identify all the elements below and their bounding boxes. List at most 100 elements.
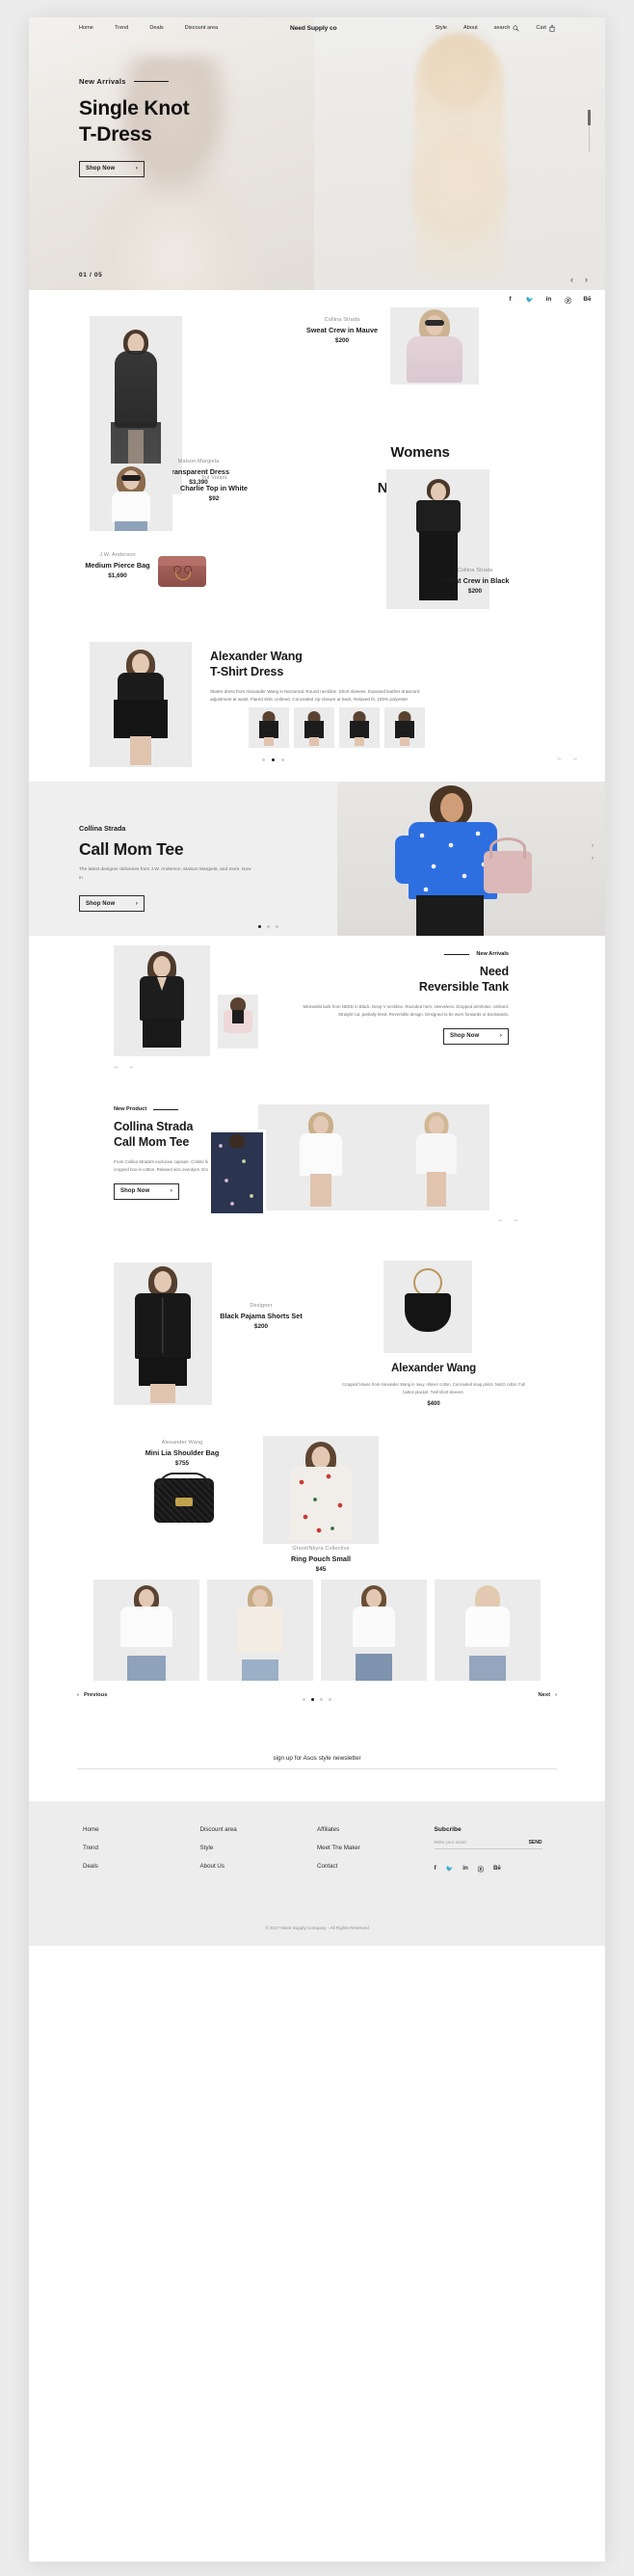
hero-shop-now-button[interactable]: Shop Now › [79, 160, 145, 177]
subscribe-input[interactable]: Write your email [435, 1840, 466, 1845]
product-price: $1,690 [108, 572, 127, 579]
pinterest-icon[interactable]: ⓟ [478, 1865, 484, 1873]
search-button[interactable]: search [494, 25, 520, 32]
carousel-dot-active[interactable] [272, 758, 275, 761]
product-price: $92 [208, 495, 220, 502]
rt-prev-button[interactable]: ← [114, 1064, 119, 1070]
footer-link-discount-area[interactable]: Discount area [200, 1826, 318, 1833]
aw-prev-button[interactable]: ← [557, 756, 563, 761]
subscribe-send-button[interactable]: SEND [529, 1840, 542, 1846]
footer-link-meet-the-maker[interactable]: Meet The Maker [317, 1845, 435, 1851]
hero-eyebrow: New Arrivals [79, 77, 291, 86]
call-mom-shop-now-button[interactable]: Shop Now › [79, 895, 145, 913]
footer-columns: Home Trend Deals Discount area Style Abo… [83, 1826, 551, 1881]
cs-image-patterned[interactable] [208, 1129, 266, 1216]
carousel-dot[interactable] [276, 925, 278, 928]
site-logo[interactable]: Need Supply co [290, 25, 337, 32]
footer-link-contact[interactable]: Contact [317, 1863, 435, 1870]
product-image-sweat-mauve[interactable] [390, 307, 479, 385]
cs-next-button[interactable]: → [513, 1217, 518, 1223]
product-image-charlie-top[interactable] [90, 464, 172, 531]
ml-bag-image[interactable] [143, 1471, 225, 1540]
carousel-product-card[interactable] [321, 1580, 427, 1681]
nav-item-deals[interactable]: Deals [149, 25, 163, 31]
footer-link-style[interactable]: Style [200, 1845, 318, 1851]
cs-carousel-arrows: ← → [498, 1217, 518, 1223]
nav-item-style[interactable]: Style [436, 25, 447, 31]
footer-link-about-us[interactable]: About Us [200, 1863, 318, 1870]
hero-carousel-nav: ‹ › [570, 275, 588, 284]
carousel-product-card[interactable] [93, 1580, 199, 1681]
carousel-dot-active[interactable] [311, 1698, 314, 1701]
aw-next-button[interactable]: → [572, 756, 578, 761]
carousel-dot[interactable] [262, 758, 265, 761]
call-mom-prev-button[interactable]: ‹ [592, 843, 594, 849]
carousel-previous-button[interactable]: ‹ Previous [77, 1692, 107, 1698]
rt-next-button[interactable]: → [128, 1064, 134, 1070]
call-mom-next-button[interactable]: › [592, 856, 594, 862]
chevron-right-icon: › [555, 1692, 557, 1698]
aw-thumbnail[interactable] [249, 707, 289, 748]
behance-icon[interactable]: Bē [493, 1865, 501, 1873]
product-brand: Collina Strada [457, 568, 493, 573]
linkedin-icon[interactable]: in [544, 295, 553, 304]
carousel-product-card[interactable] [207, 1580, 313, 1681]
product-brand: Toit Volant [200, 475, 227, 481]
linkedin-icon[interactable]: in [462, 1865, 468, 1873]
hero-next-button[interactable]: › [585, 275, 588, 284]
rt-secondary-image[interactable] [215, 992, 261, 1051]
nav-item-trend[interactable]: Trend [115, 25, 128, 31]
rt-shop-now-button[interactable]: Shop Now › [443, 1027, 509, 1045]
hero-scroll-indicator[interactable] [588, 110, 591, 152]
carousel-dot[interactable] [329, 1698, 331, 1701]
carousel-dot[interactable] [281, 758, 284, 761]
call-mom-copy: Collina Strada Call Mom Tee The latest d… [79, 824, 252, 913]
cs-prev-button[interactable]: ← [498, 1217, 504, 1223]
cs-image-center[interactable] [258, 1104, 383, 1210]
nav-item-about[interactable]: About [463, 25, 478, 31]
aw-thumbnail[interactable] [294, 707, 334, 748]
footer-link-trend[interactable]: Trend [83, 1845, 200, 1851]
ml-model-image[interactable] [263, 1436, 379, 1544]
pj-main-image[interactable] [114, 1262, 212, 1405]
pj-bag-image[interactable] [383, 1261, 472, 1353]
product-brand: Collina Strada [324, 317, 360, 323]
aw-thumbnail[interactable] [384, 707, 425, 748]
footer-link-affiliates[interactable]: Affiliates [317, 1826, 435, 1833]
aw-main-image[interactable] [90, 642, 192, 767]
aw-carousel-arrows: ← → [557, 756, 578, 761]
footer-link-home[interactable]: Home [83, 1826, 200, 1833]
carousel-dot-active[interactable] [258, 925, 261, 928]
cs-eyebrow-text: New Product [114, 1106, 147, 1112]
twitter-icon[interactable]: 🐦 [525, 295, 534, 304]
product-image-pierce-bag[interactable] [152, 548, 212, 589]
carousel-next-button[interactable]: Next › [538, 1692, 557, 1698]
cart-button[interactable]: Cart [536, 24, 555, 32]
product-name: Mini Lia Shoulder Bag [145, 1448, 220, 1457]
product-price: $200 [334, 337, 350, 344]
twitter-icon[interactable]: 🐦 [446, 1865, 454, 1873]
rt-copy: New Arrivals Need Reversible Tank Minima… [297, 951, 509, 1045]
cs-image-right[interactable] [383, 1104, 489, 1210]
behance-icon[interactable]: Bē [583, 295, 592, 304]
footer-column-1: Home Trend Deals [83, 1826, 200, 1881]
pinterest-icon[interactable]: ⓟ [564, 295, 572, 305]
carousel-dot[interactable] [267, 925, 270, 928]
cs-shop-now-button[interactable]: Shop Now › [114, 1182, 179, 1200]
carousel-previous-label: Previous [83, 1692, 108, 1698]
hero-prev-button[interactable]: ‹ [570, 275, 573, 284]
nav-item-home[interactable]: Home [79, 25, 93, 31]
collina-strada-section: New Product Collina Strada Call Mom Tee … [29, 1095, 605, 1249]
aw-thumbnail[interactable] [339, 707, 380, 748]
facebook-icon[interactable]: f [506, 295, 515, 304]
rt-main-image[interactable] [114, 945, 210, 1056]
carousel-product-card[interactable] [435, 1580, 541, 1681]
footer-link-deals[interactable]: Deals [83, 1863, 200, 1870]
carousel-dot[interactable] [303, 1698, 305, 1701]
call-mom-image[interactable] [337, 782, 605, 936]
facebook-icon[interactable]: f [435, 1865, 436, 1873]
aw-title: Alexander Wang T-Shirt Dress [210, 650, 422, 679]
nav-item-discount-area[interactable]: Discount area [185, 25, 219, 31]
aw-carousel-dots [262, 758, 284, 761]
carousel-dot[interactable] [320, 1698, 323, 1701]
